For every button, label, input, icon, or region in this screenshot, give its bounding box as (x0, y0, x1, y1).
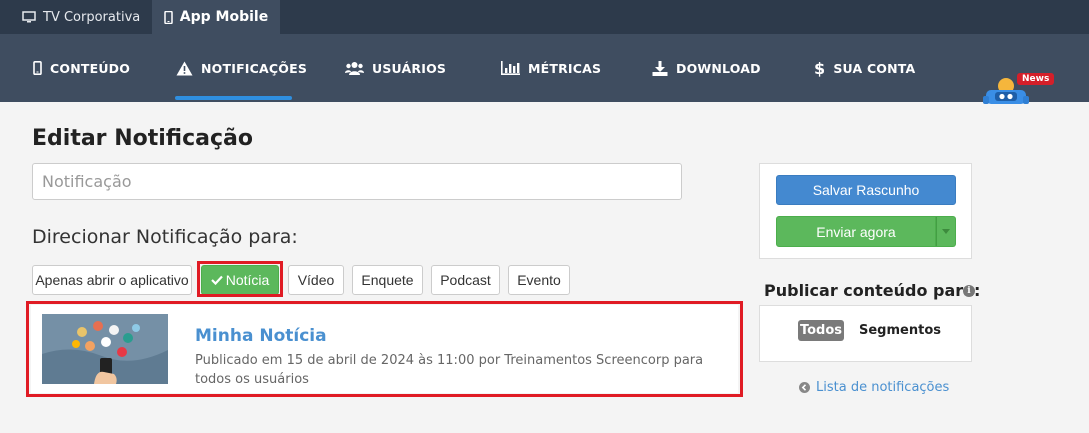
nav-item-conteudo[interactable]: CONTEÚDO (33, 34, 130, 102)
link-label: Lista de notificações (816, 380, 950, 395)
tab-label: App Mobile (179, 9, 269, 25)
send-now-button[interactable]: Enviar agora (776, 216, 936, 247)
send-options-dropdown[interactable] (936, 216, 956, 247)
warning-icon (176, 61, 193, 76)
type-button-podcast[interactable]: Podcast (431, 265, 500, 295)
notification-title-input[interactable] (32, 163, 682, 200)
active-tab-indicator (175, 96, 292, 100)
product-tabs-bar: TV Corporativa App Mobile (0, 0, 1089, 34)
audience-selector: Todos Segmentos (759, 305, 972, 362)
info-icon[interactable]: i (963, 285, 975, 297)
dollar-icon: $ (814, 58, 826, 78)
highlight-frame (26, 301, 743, 397)
download-icon (652, 60, 668, 76)
tab-tv-corporativa[interactable]: TV Corporativa (22, 0, 140, 34)
nav-item-sua-conta[interactable]: $ SUA CONTA (814, 34, 915, 102)
caret-down-icon (942, 229, 950, 234)
actions-panel: Salvar Rascunho Enviar agora (759, 163, 972, 259)
nav-item-download[interactable]: DOWNLOAD (652, 34, 761, 102)
audience-segments-toggle[interactable]: Segmentos (858, 320, 942, 341)
monitor-icon (22, 11, 36, 23)
smartphone-icon (164, 10, 173, 24)
main-nav: CONTEÚDO NOTIFICAÇÕES USUÁRIOS MÉTRICAS … (0, 34, 1089, 102)
audience-all-toggle[interactable]: Todos (798, 320, 844, 341)
type-button-video[interactable]: Vídeo (288, 265, 344, 295)
users-icon (345, 61, 364, 75)
arrow-left-circle-icon (799, 382, 810, 393)
save-draft-button[interactable]: Salvar Rascunho (776, 175, 956, 205)
nav-label: MÉTRICAS (528, 60, 602, 76)
tab-label: TV Corporativa (43, 9, 141, 25)
nav-label: USUÁRIOS (372, 60, 447, 76)
nav-label: NOTIFICAÇÕES (201, 60, 308, 76)
publish-heading: Publicar conteúdo para: (764, 281, 981, 300)
type-button-evento[interactable]: Evento (508, 265, 570, 295)
type-button-open-app[interactable]: Apenas abrir o aplicativo (32, 265, 192, 295)
target-heading: Direcionar Notificação para: (32, 226, 298, 248)
nav-label: CONTEÚDO (50, 60, 131, 76)
type-button-enquete[interactable]: Enquete (352, 265, 423, 295)
bar-chart-icon (501, 61, 520, 75)
notifications-list-link[interactable]: Lista de notificações (799, 380, 949, 395)
news-badge[interactable]: News (1017, 73, 1055, 85)
highlight-frame (197, 261, 283, 297)
nav-label: DOWNLOAD (676, 60, 761, 76)
nav-item-notificacoes[interactable]: NOTIFICAÇÕES (176, 34, 307, 102)
nav-item-usuarios[interactable]: USUÁRIOS (345, 34, 446, 102)
nav-item-metricas[interactable]: MÉTRICAS (501, 34, 601, 102)
page-title: Editar Notificação (32, 126, 253, 151)
tab-app-mobile[interactable]: App Mobile (152, 0, 280, 34)
nav-label: SUA CONTA (833, 60, 916, 76)
mobile-icon (33, 61, 42, 75)
